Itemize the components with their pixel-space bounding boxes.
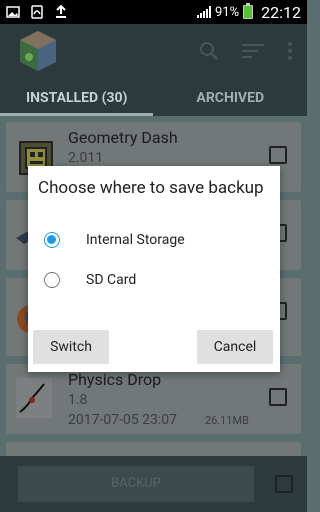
tab-installed[interactable]: INSTALLED (30) — [0, 78, 154, 116]
search-icon[interactable] — [199, 41, 219, 61]
tab-bar: INSTALLED (30) ARCHIVED — [0, 78, 307, 116]
app-select-checkbox[interactable] — [269, 388, 287, 406]
gallery-icon — [6, 6, 20, 18]
backup-location-dialog: Choose where to save backup Internal Sto… — [28, 166, 280, 372]
battery-percent: 91% — [215, 4, 240, 20]
bottom-bar: BACKUP — [0, 456, 307, 512]
option-label: SD Card — [86, 272, 137, 288]
option-internal-storage[interactable]: Internal Storage — [44, 228, 264, 252]
select-all-checkbox[interactable] — [275, 475, 293, 493]
app-select-checkbox[interactable] — [269, 146, 287, 164]
option-sd-card[interactable]: SD Card — [44, 268, 264, 292]
app-bar — [0, 24, 307, 78]
app-logo-icon — [14, 27, 62, 75]
option-label: Internal Storage — [86, 232, 185, 248]
physics-drop-app-icon — [16, 378, 52, 418]
cancel-button[interactable]: Cancel — [197, 330, 273, 364]
status-bar: 91% 22:12 — [0, 0, 307, 24]
backup-button[interactable]: BACKUP — [18, 466, 254, 502]
app-title: Physics Drop — [68, 370, 162, 389]
app-version: 2.011 — [68, 150, 104, 166]
app-notification-icon — [31, 5, 43, 19]
list-item[interactable] — [6, 442, 301, 456]
signal-icon — [197, 6, 212, 18]
app-title: Geometry Dash — [68, 128, 178, 147]
list-item[interactable]: Physics Drop 1.8 2017-07-05 23:07 26.11M… — [6, 364, 301, 434]
radio-button-selected[interactable] — [44, 232, 60, 248]
app-version: 1.8 — [68, 392, 88, 408]
app-size: 26.11MB — [204, 414, 249, 427]
dialog-title: Choose where to save backup — [38, 178, 264, 198]
download-icon — [56, 5, 66, 18]
clock: 22:12 — [261, 2, 301, 22]
switch-button[interactable]: Switch — [33, 330, 109, 364]
tab-archived[interactable]: ARCHIVED — [154, 78, 308, 116]
app-date: 2017-07-05 23:07 — [68, 412, 178, 428]
overflow-menu-icon[interactable] — [287, 41, 293, 61]
sort-icon[interactable] — [241, 41, 265, 61]
radio-button[interactable] — [44, 272, 60, 288]
battery-icon — [243, 3, 254, 19]
